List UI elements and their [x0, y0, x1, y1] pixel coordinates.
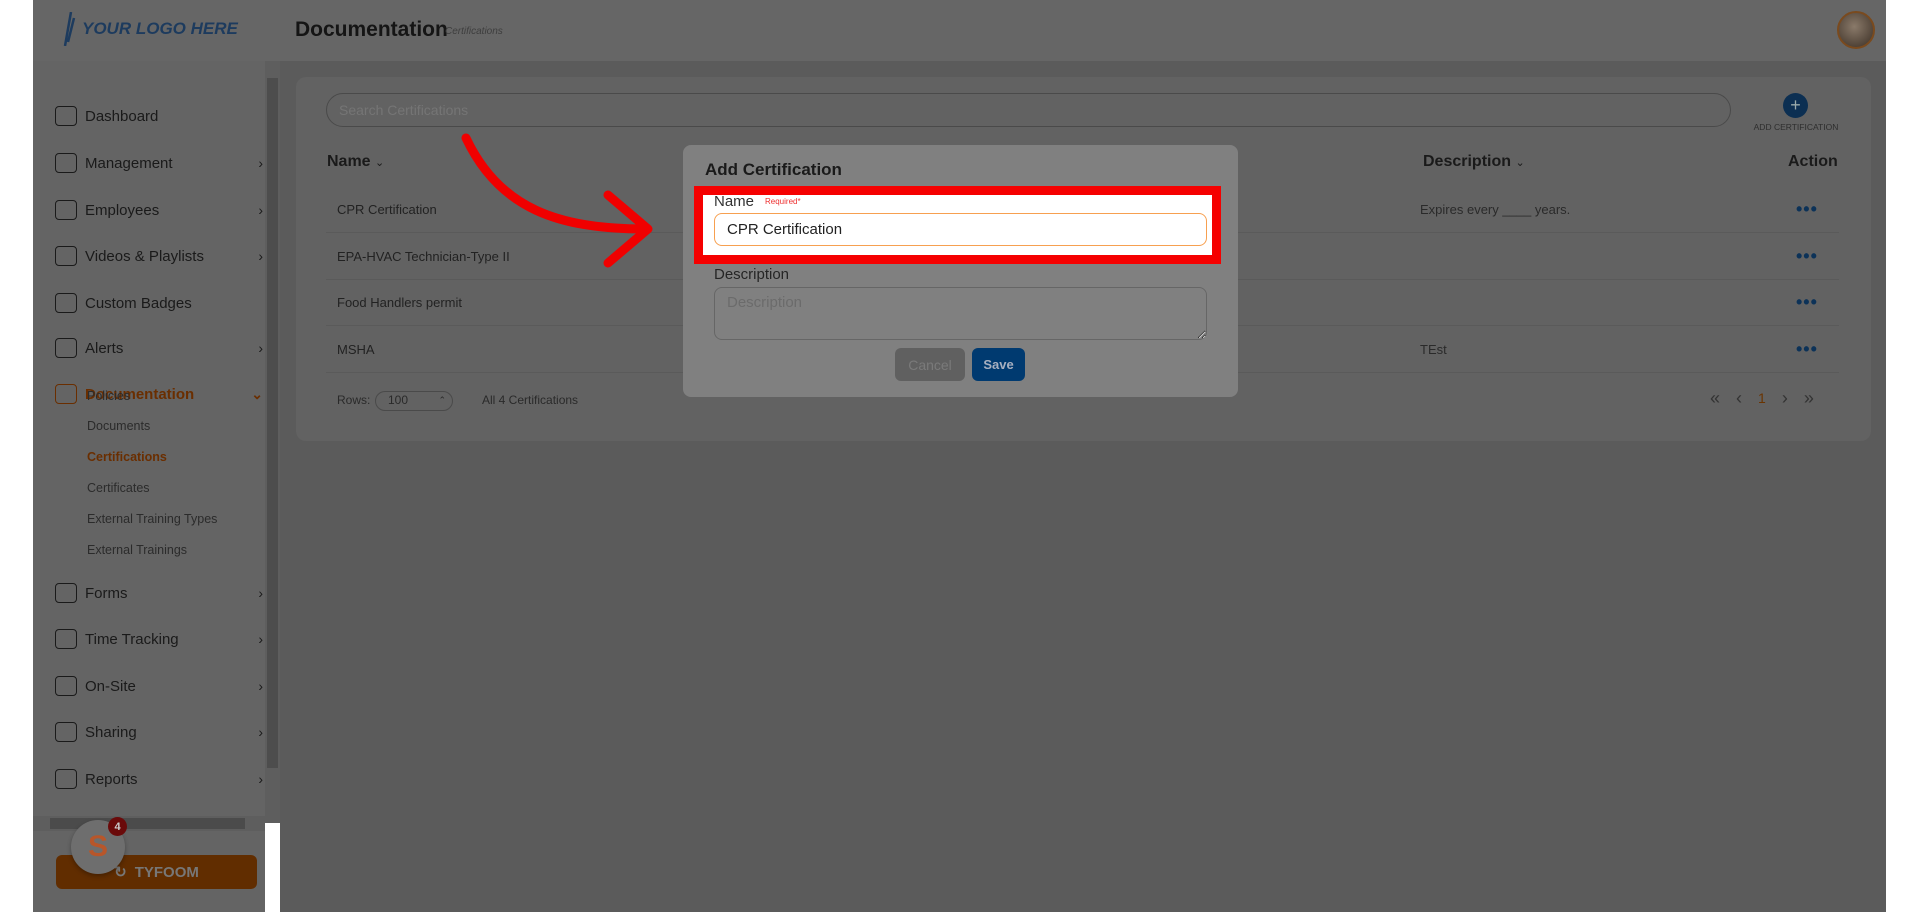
name-input[interactable]	[714, 213, 1207, 246]
description-textarea[interactable]	[714, 287, 1207, 340]
name-label: Name	[714, 193, 755, 210]
annotation-arrow	[461, 133, 653, 268]
save-button[interactable]: Save	[972, 348, 1025, 381]
description-label: Description	[714, 266, 790, 283]
cancel-button[interactable]: Cancel	[895, 348, 965, 381]
required-indicator: Required*	[765, 197, 801, 206]
arrow-curve	[461, 133, 645, 234]
modal-title: Add Certification	[705, 160, 842, 179]
